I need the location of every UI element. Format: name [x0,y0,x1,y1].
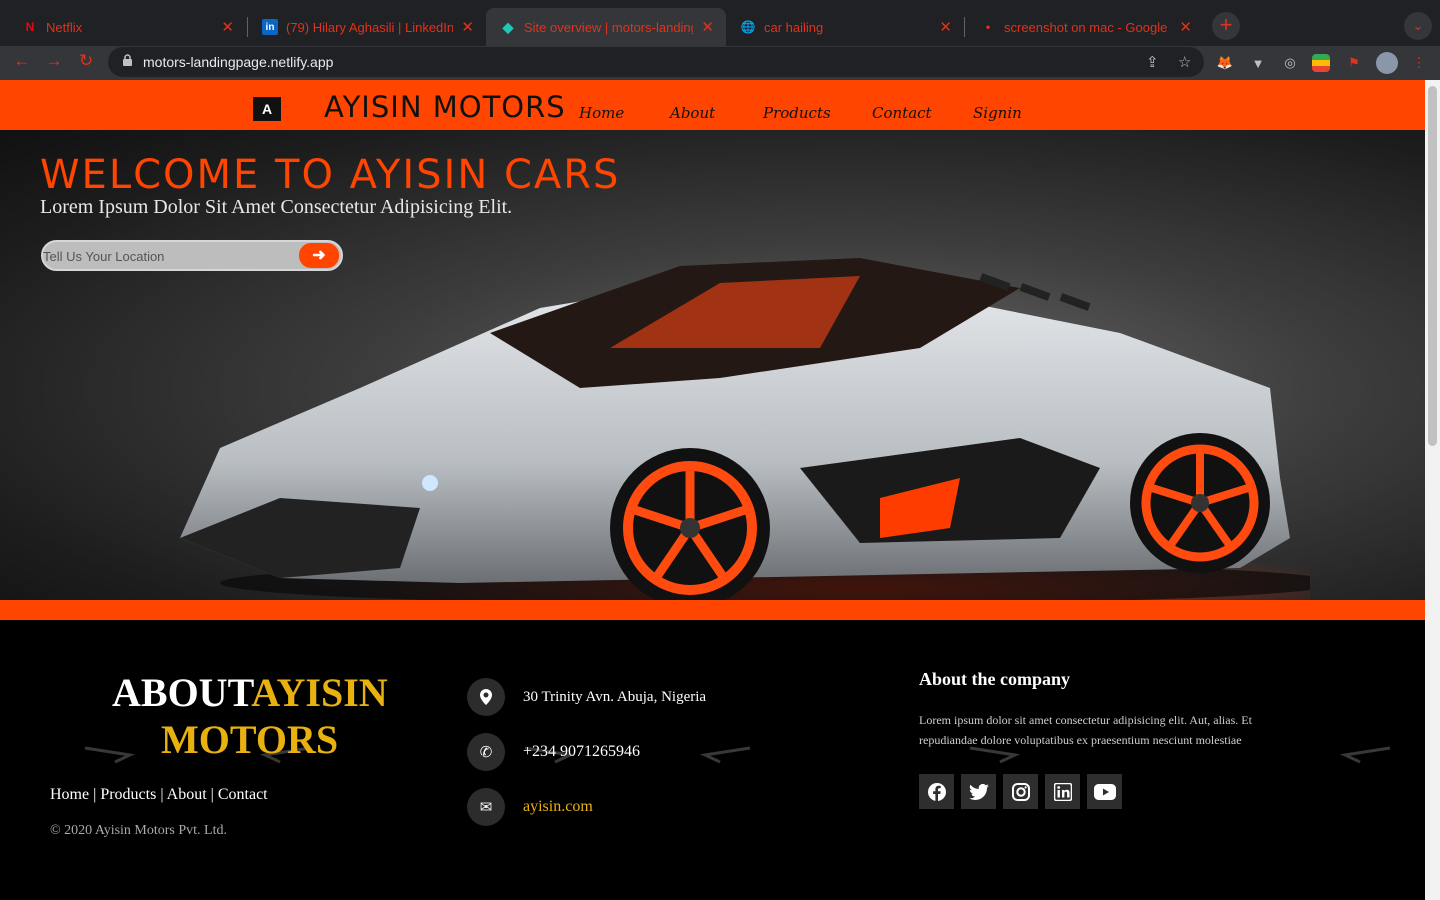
avatar[interactable] [1376,52,1398,74]
netflix-icon: N [25,20,35,34]
divider-band [0,600,1425,620]
about-company-text: Lorem ipsum dolor sit amet consectetur a… [919,713,1252,747]
address-text: 30 Trinity Avn. Abuja, Nigeria [523,688,707,705]
tab-netflix[interactable]: N Netflix ✕ [8,8,246,46]
google-icon: • [985,20,991,34]
tab-divider [964,17,965,37]
tab-linkedin[interactable]: in (79) Hilary Aghasili | LinkedIn ✕ [248,8,486,46]
rear-wheel [1130,433,1270,573]
star-icon[interactable]: ☆ [1178,53,1191,71]
tab-title: screenshot on mac - Google S [1004,19,1172,35]
footer-link-home[interactable]: Home [50,786,89,803]
site-navbar: A AYISIN MOTORS Home About Products Cont… [0,80,1425,130]
link-separator: | [206,786,218,803]
copyright: © 2020 Ayisin Motors Pvt. Ltd. [50,823,227,838]
brand-name[interactable]: AYISIN MOTORS [324,90,566,124]
about-title: ABOUTAYISIN [112,670,388,716]
sports-car-image [180,258,1310,600]
contact-phone: ✆ +234 9071265946 [467,733,640,771]
nav-products[interactable]: Products [763,104,831,122]
youtube-icon[interactable] [1087,774,1122,809]
phone-icon: ✆ [467,733,505,771]
reload-icon[interactable]: ↻ [74,51,98,71]
tab-site-overview[interactable]: ◆ Site overview | motors-landing ✕ [486,8,726,46]
scrollbar-thumb[interactable] [1428,86,1437,446]
email-link[interactable]: ayisin.com [523,798,593,816]
new-tab-icon[interactable]: + [1212,12,1240,40]
footer: ABOUTAYISIN MOTORS Home | Products | Abo… [0,620,1425,900]
about-title-motors: MOTORS [161,717,339,762]
phone-text[interactable]: +234 9071265946 [523,743,640,761]
forward-icon[interactable]: → [42,51,66,71]
footer-link-contact[interactable]: Contact [218,786,268,803]
twitter-icon[interactable] [961,774,996,809]
tab-car-hailing[interactable]: 🌐 car hailing ✕ [726,8,964,46]
tab-title: Site overview | motors-landing [524,19,694,35]
tab-search-icon[interactable]: ⌄ [1404,12,1432,40]
browser-toolbar: ← → ↻ motors-landingpage.netlify.app ⇪ ☆… [0,46,1440,80]
target-extension-icon[interactable]: ◎ [1281,54,1299,72]
nav-about[interactable]: About [670,104,715,122]
hero-subtitle: Lorem Ipsum Dolor Sit Amet Consectetur A… [40,196,513,218]
logo-icon[interactable]: A [253,97,281,121]
hero-title: WELCOME TO AYISIN CARS [40,152,621,198]
about-title-yellow: AYISIN [251,670,388,715]
url-text: motors-landingpage.netlify.app [143,54,334,70]
page-scrollbar[interactable] [1425,80,1440,900]
page-viewport: A AYISIN MOTORS Home About Products Cont… [0,80,1425,900]
location-input[interactable] [43,244,293,268]
close-icon[interactable]: ✕ [221,18,234,36]
close-icon[interactable]: ✕ [939,18,952,36]
footer-link-about[interactable]: About [167,786,207,803]
close-icon[interactable]: ✕ [701,18,714,36]
contact-email: ✉ ayisin.com [467,788,593,826]
nav-contact[interactable]: Contact [872,104,932,122]
back-icon[interactable]: ← [10,51,34,71]
close-icon[interactable]: ✕ [461,18,474,36]
metamask-extension-icon[interactable]: 🦊 [1216,54,1234,72]
close-icon[interactable]: ✕ [1179,18,1192,36]
contact-address: 30 Trinity Avn. Abuja, Nigeria [467,678,706,716]
netlify-icon: ◆ [502,18,514,35]
facebook-icon[interactable] [919,774,954,809]
instagram-icon[interactable] [1003,774,1038,809]
tab-google-search[interactable]: • screenshot on mac - Google S ✕ [966,8,1204,46]
envelope-icon: ✉ [467,788,505,826]
hero-banner: WELCOME TO AYISIN CARS Lorem Ipsum Dolor… [0,130,1425,600]
map-marker-icon [467,678,505,716]
linkedin-icon: in [262,19,278,35]
bookmark-extension-icon[interactable]: ⚑ [1345,54,1363,72]
tab-title: Netflix [46,19,83,35]
share-icon[interactable]: ⇪ [1146,53,1159,71]
link-separator: | [89,786,101,803]
nav-signin[interactable]: Signin [973,104,1022,122]
vue-extension-icon[interactable]: ▼ [1249,54,1267,72]
lock-icon [122,54,133,70]
nav-home[interactable]: Home [579,104,624,122]
location-search: ➜ [41,240,343,271]
color-extension-icon[interactable] [1312,54,1330,72]
footer-link-products[interactable]: Products [100,786,156,803]
arrow-right-icon[interactable]: ➜ [299,243,339,268]
more-menu-icon[interactable]: ⋮ [1410,54,1428,72]
tab-title: car hailing [764,19,824,35]
footer-links: Home | Products | About | Contact [50,786,268,804]
tab-title: (79) Hilary Aghasili | LinkedIn [286,19,454,35]
address-bar[interactable]: motors-landingpage.netlify.app [108,47,1204,77]
about-title-white: ABOUT [112,670,252,715]
about-company-heading: About the company [919,669,1071,689]
browser-tab-bar: N Netflix ✕ in (79) Hilary Aghasili | Li… [0,0,1440,46]
link-separator: | [156,786,167,803]
globe-icon: 🌐 [740,20,756,34]
linkedin-icon[interactable] [1045,774,1080,809]
